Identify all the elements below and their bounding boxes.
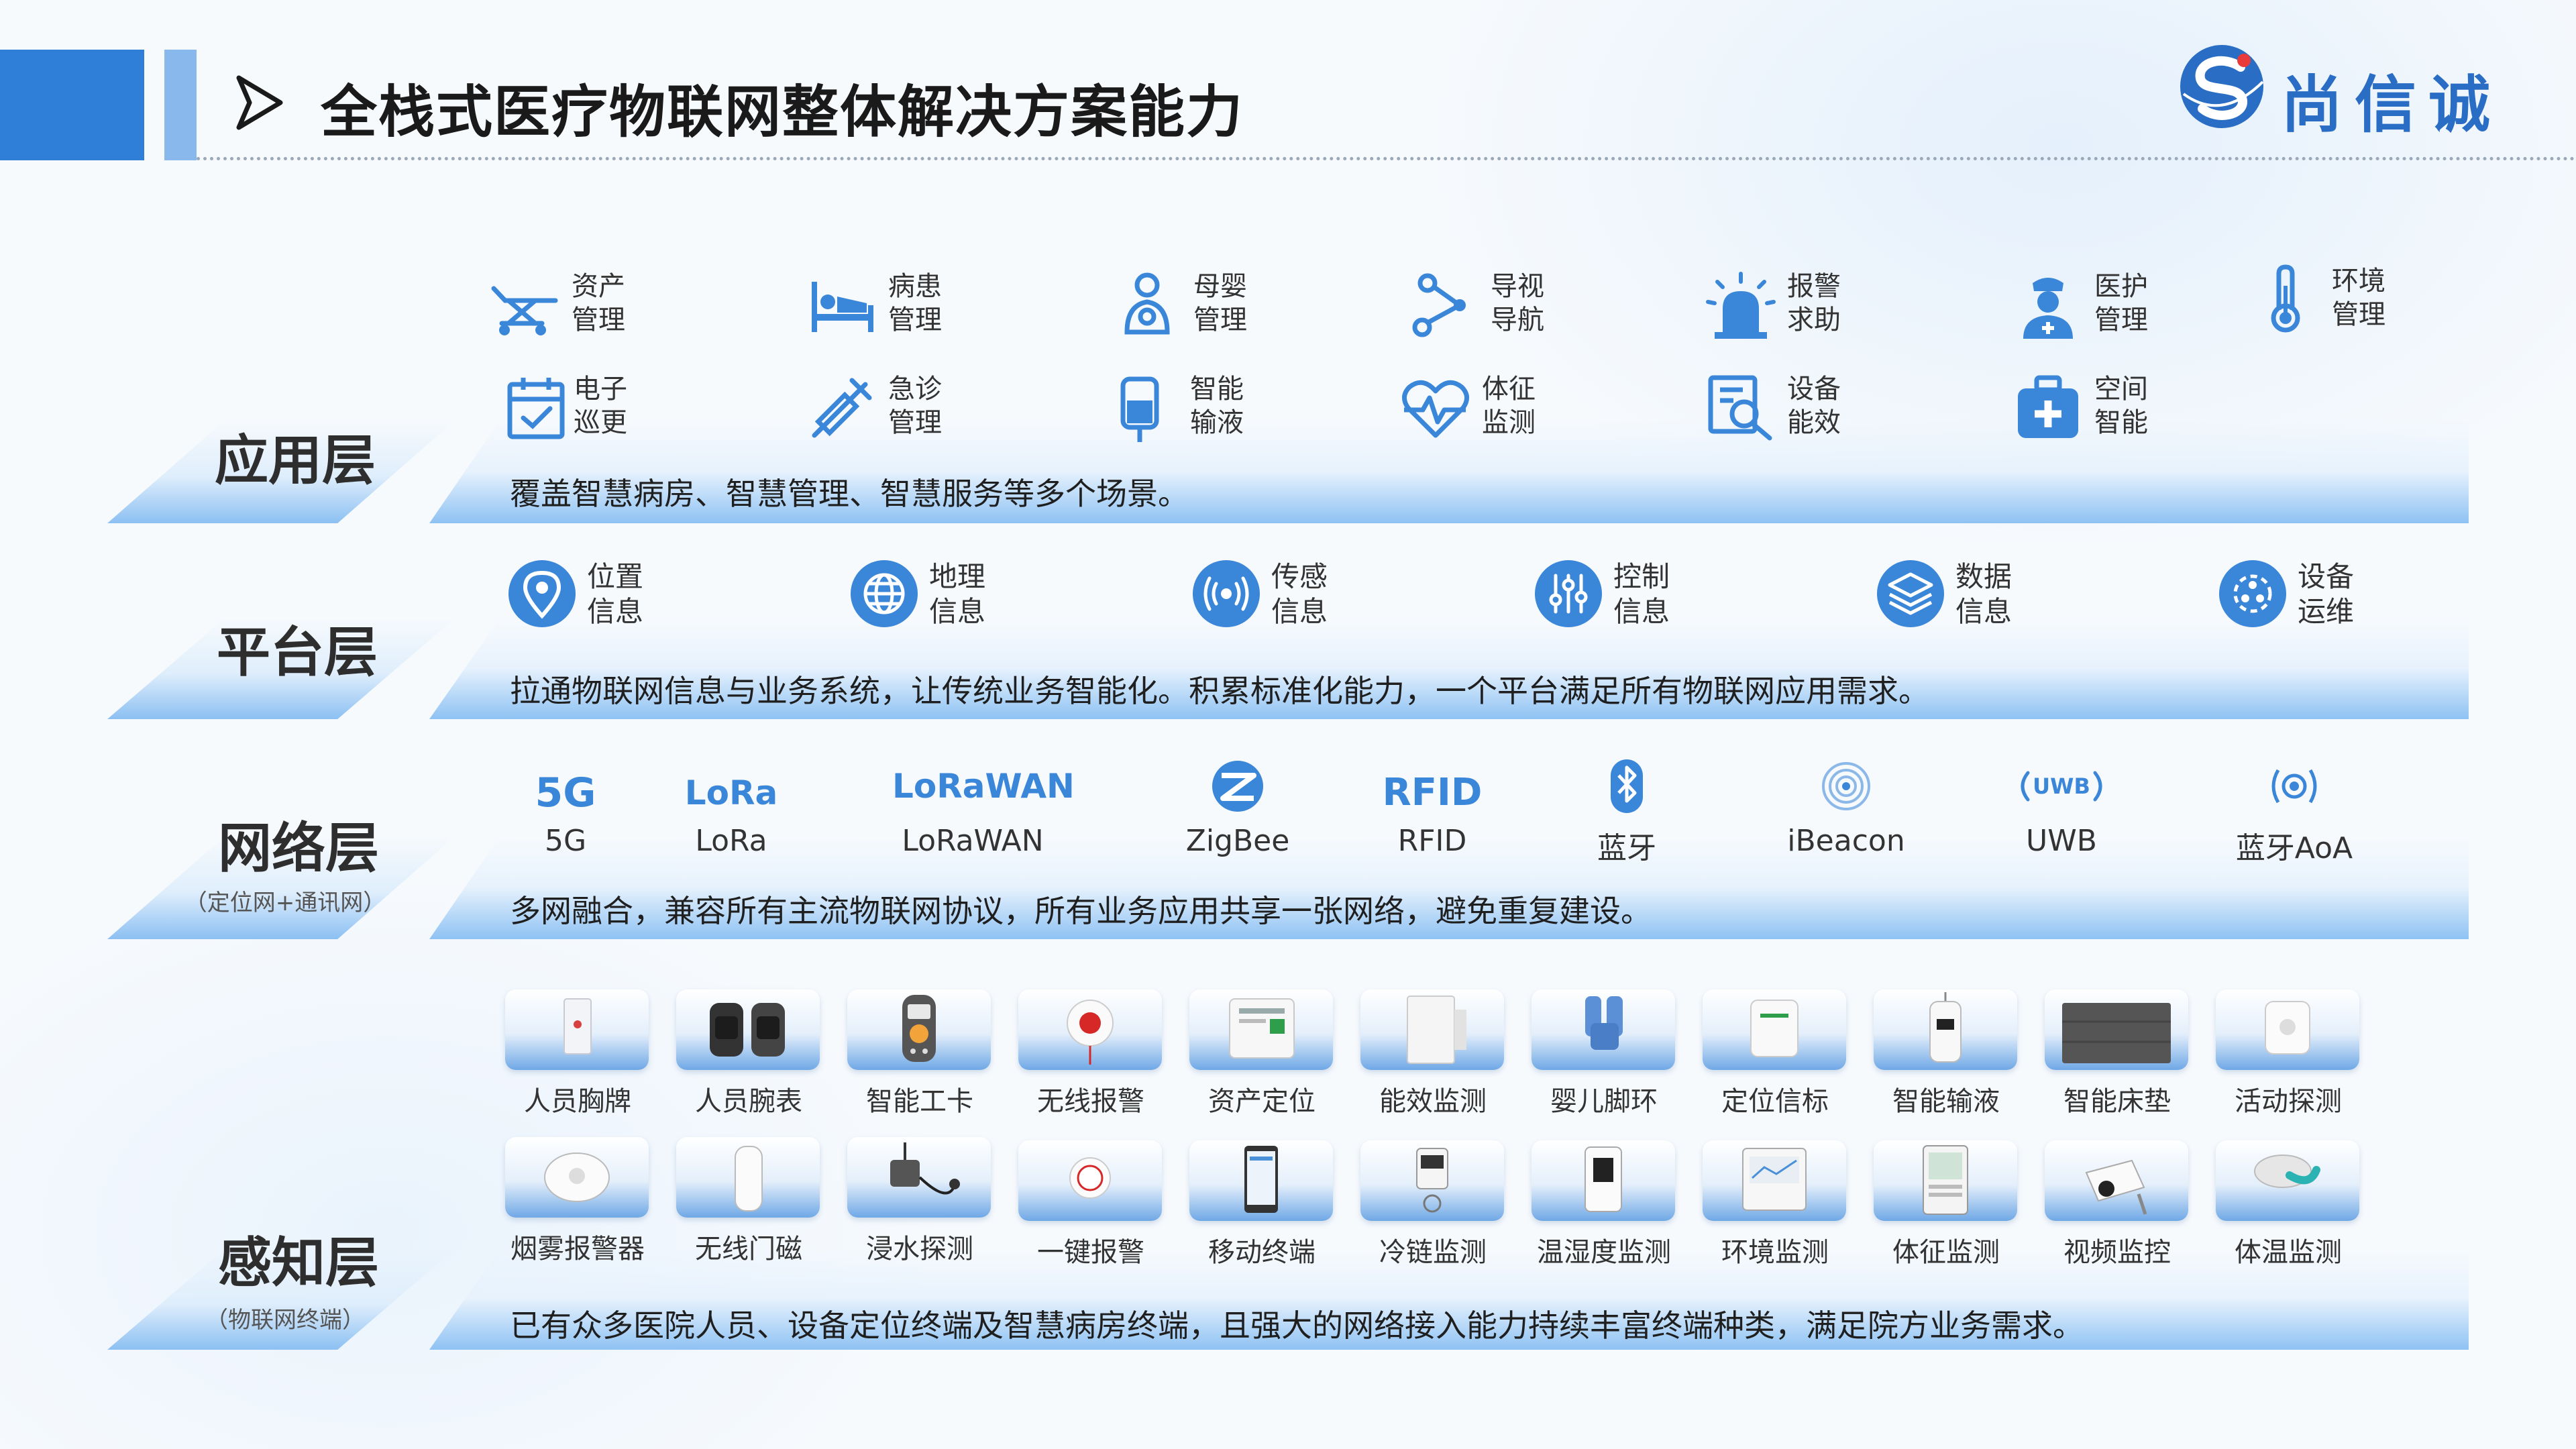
perception-layer-title: 感知层 (218, 1232, 379, 1294)
device-smart-mattress[interactable]: 智能床垫 (2045, 989, 2190, 1117)
device-work-card[interactable]: 智能工卡 (847, 989, 992, 1117)
header-accent-bar-light (164, 50, 197, 160)
network-item-lorawan[interactable]: LoRaWAN LoRaWAN (892, 759, 1075, 867)
network-item-uwb[interactable]: UWB UWB (1981, 759, 2142, 867)
lora-logo: LoRa (684, 773, 778, 812)
rfid-logo: RFID (1382, 771, 1483, 814)
device-sos-button[interactable]: 一键报警 (1018, 1140, 1163, 1268)
medical-kit-icon (2018, 375, 2078, 438)
heartbeat-icon (1402, 380, 1469, 438)
arrow-bullet-icon (236, 75, 283, 130)
device-cold-chain[interactable]: 冷链监测 (1360, 1140, 1505, 1268)
network-layer-subtitle: （定位网+通讯网） (184, 890, 386, 916)
device-ops-icon (2219, 560, 2286, 627)
iv-bag-icon (1120, 376, 1159, 442)
brand-logo-icon (2180, 45, 2264, 128)
device-infant-anklet[interactable]: 婴儿脚环 (1532, 989, 1676, 1117)
network-item-bluetooth-aoa[interactable]: 蓝牙AoA (2214, 759, 2375, 867)
brand-name: 尚信诚 (2281, 68, 2503, 141)
header-divider (197, 157, 2576, 160)
syringe-icon (812, 378, 872, 438)
mother-baby-icon (1124, 272, 1170, 335)
5g-logo: 5G (535, 769, 596, 816)
platform-layer-title: 平台层 (217, 621, 378, 684)
device-temp-humidity[interactable]: 温湿度监测 (1532, 1140, 1676, 1268)
page-title: 全栈式医疗物联网整体解决方案能力 (321, 79, 1244, 145)
platform-layer-desc: 拉通物联网信息与业务系统，让传统业务智能化。积累标准化能力，一个平台满足所有物联… (510, 673, 1929, 709)
calendar-check-icon (507, 378, 565, 439)
network-item-bluetooth[interactable]: 蓝牙 (1546, 759, 1707, 867)
sensor-wave-icon (1193, 560, 1260, 627)
device-body-temp[interactable]: 体温监测 (2216, 1140, 2361, 1268)
location-pin-icon (508, 560, 576, 627)
perception-layer-subtitle: （物联网终端） (205, 1307, 365, 1334)
network-item-5g[interactable]: 5G 5G (485, 759, 646, 867)
device-motion-detector[interactable]: 活动探测 (2216, 989, 2361, 1117)
lorawan-logo: LoRaWAN (892, 767, 1075, 806)
thermometer-icon (2271, 264, 2300, 333)
hospital-bed-icon (812, 282, 873, 332)
device-search-icon (1708, 375, 1772, 441)
network-layer-title: 网络层 (218, 817, 379, 879)
application-layer-desc: 覆盖智慧病房、智慧管理、智慧服务等多个场景。 (510, 476, 1189, 512)
header-accent-bar (0, 50, 144, 160)
network-item-zigbee[interactable]: ZigBee (1157, 759, 1318, 867)
ibeacon-icon (1822, 762, 1870, 810)
uwb-wave-icon (2021, 771, 2102, 802)
nurse-icon (2023, 278, 2073, 339)
network-layer-desc: 多网融合，兼容所有主流物联网协议，所有业务应用共享一张网络，避免重复建设。 (510, 893, 1652, 929)
zigbee-icon (1212, 761, 1263, 812)
bluetooth-icon (1611, 759, 1643, 813)
network-item-ibeacon[interactable]: iBeacon (1766, 759, 1927, 867)
layers-icon (1877, 560, 1944, 627)
device-video-camera[interactable]: 视频监控 (2045, 1140, 2190, 1268)
perception-layer-desc: 已有众多医院人员、设备定位终端及智慧病房终端，且强大的网络接入能力持续丰富终端种… (510, 1307, 2084, 1344)
device-beacon[interactable]: 定位信标 (1703, 989, 1847, 1117)
globe-icon (851, 560, 918, 627)
application-layer-title: 应用层 (215, 429, 376, 492)
device-asset-tag[interactable]: 资产定位 (1189, 989, 1334, 1117)
device-badge[interactable]: 人员胸牌 (505, 989, 650, 1117)
device-energy-monitor[interactable]: 能效监测 (1360, 989, 1505, 1117)
device-smoke-alarm[interactable]: 烟雾报警器 (505, 1137, 650, 1265)
sliders-icon (1535, 560, 1602, 627)
device-wristband[interactable]: 人员腕表 (676, 989, 821, 1117)
device-wireless-alarm[interactable]: 无线报警 (1018, 989, 1163, 1117)
device-water-leak[interactable]: 浸水探测 (847, 1137, 992, 1265)
device-smart-infusion[interactable]: 智能输液 (1874, 989, 2019, 1117)
alarm-siren-icon (1706, 272, 1776, 339)
device-environment-monitor[interactable]: 环境监测 (1703, 1140, 1847, 1268)
stretcher-icon (491, 286, 558, 335)
network-item-rfid[interactable]: RFID RFID (1352, 759, 1513, 867)
device-vital-signs[interactable]: 体征监测 (1874, 1140, 2019, 1268)
device-door-sensor[interactable]: 无线门磁 (676, 1137, 821, 1265)
route-icon (1412, 273, 1466, 337)
network-item-lora[interactable]: LoRa LoRa (651, 759, 812, 867)
device-mobile-terminal[interactable]: 移动终端 (1189, 1140, 1334, 1268)
bluetooth-aoa-icon (2271, 769, 2317, 804)
